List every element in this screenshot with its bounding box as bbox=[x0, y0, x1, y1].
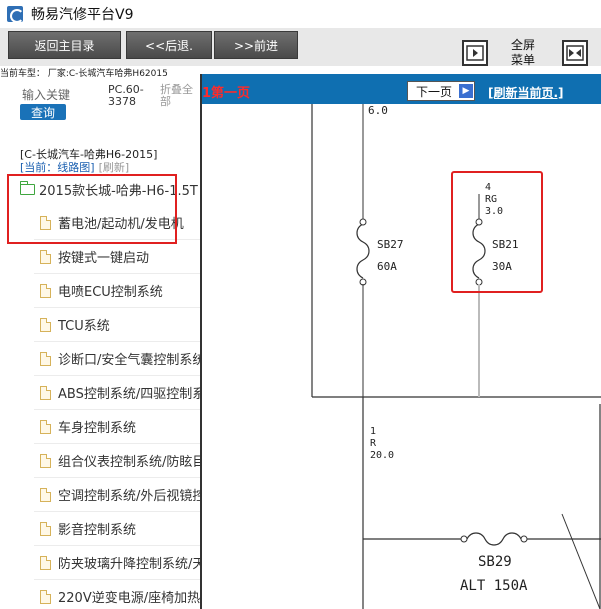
tree-item[interactable]: TCU系统 bbox=[34, 308, 200, 342]
forward-button[interactable]: >>前进 bbox=[214, 31, 298, 59]
wire-label: 3.0 bbox=[485, 206, 503, 217]
arrow-right-icon bbox=[466, 45, 484, 61]
tree-item-label: ABS控制系统/四驱控制系统 bbox=[58, 387, 200, 402]
tree-item[interactable]: 空调控制系统/外后视镜控制 bbox=[34, 478, 200, 512]
tree-item-label: 电喷ECU控制系统 bbox=[58, 285, 163, 300]
current-view-row: [当前：线路图] [刷新] bbox=[20, 159, 129, 175]
tree-item[interactable]: 诊断口/安全气囊控制系统 bbox=[34, 342, 200, 376]
terminal bbox=[359, 218, 367, 226]
highlight-box bbox=[451, 171, 543, 293]
fullscreen-menu-label[interactable]: 全屏 菜单 bbox=[505, 38, 541, 68]
diagram-viewer: 1第一页 下一页 ▶ [刷新当前页.] 6.0 SB27 60A 4 RG 3.… bbox=[200, 74, 601, 609]
wire-label: R bbox=[370, 438, 377, 449]
terminal bbox=[475, 218, 483, 226]
refresh-page-link[interactable]: [刷新当前页.] bbox=[488, 84, 564, 101]
tree-item[interactable]: 组合仪表控制系统/防眩目 bbox=[34, 444, 200, 478]
document-icon bbox=[40, 453, 51, 468]
highlight-box bbox=[7, 174, 177, 244]
document-icon bbox=[40, 317, 51, 332]
tree-item[interactable]: ABS控制系统/四驱控制系统 bbox=[34, 376, 200, 410]
fullscreen-button[interactable] bbox=[562, 40, 588, 66]
next-page-button[interactable]: 下一页 ▶ bbox=[407, 81, 475, 101]
tree-item[interactable]: 电喷ECU控制系统 bbox=[34, 274, 200, 308]
viewer-header: 1第一页 下一页 ▶ [刷新当前页.] bbox=[202, 74, 601, 104]
tree-refresh-link[interactable]: [刷新] bbox=[99, 161, 130, 174]
fuse-sb27-name: SB27 bbox=[377, 238, 404, 251]
collapse-panel-button[interactable] bbox=[462, 40, 488, 66]
fuse-sb29-name: SB29 bbox=[478, 554, 512, 570]
wire-label: 1 bbox=[370, 426, 376, 437]
fuse-sb29-rating: ALT 150A bbox=[460, 578, 528, 594]
tree-item-label: 诊断口/安全气囊控制系统 bbox=[58, 353, 200, 368]
fuse-sb27-symbol bbox=[356, 223, 370, 279]
title-bar: 畅易汽修平台V9 bbox=[0, 0, 601, 28]
home-button[interactable]: 返回主目录 bbox=[8, 31, 121, 59]
search-button[interactable]: 查询 bbox=[20, 104, 66, 120]
fullscreen-icon bbox=[566, 45, 584, 61]
terminal bbox=[460, 535, 468, 543]
wiring-diagram: 6.0 SB27 60A 4 RG 3.0 SB21 30A 1 R 20.0 … bbox=[311, 104, 601, 609]
arrow-right-icon: ▶ bbox=[459, 84, 473, 98]
tree-item[interactable]: 220V逆变电源/座椅加热 bbox=[34, 580, 200, 609]
toolbar: 返回主目录 <<后退. >>前进 全屏 菜单 bbox=[0, 28, 601, 68]
document-icon bbox=[40, 385, 51, 400]
tree-item-label: 影音控制系统 bbox=[58, 523, 137, 538]
page-indicator: 1第一页 bbox=[202, 86, 251, 101]
document-icon bbox=[40, 249, 51, 264]
left-nav-panel: 输入关键 查询 PC.60- 3378 折叠全 部 [C-长城汽车-哈弗H6-2… bbox=[0, 78, 200, 609]
wire bbox=[561, 513, 601, 609]
tree-item-label: 空调控制系统/外后视镜控制 bbox=[58, 489, 200, 504]
current-view-label: [当前：线路图] bbox=[20, 161, 95, 174]
wire-label: RG bbox=[485, 194, 497, 205]
pc-code-label: PC.60- 3378 bbox=[108, 83, 144, 108]
fuse-sb27-rating: 60A bbox=[377, 260, 397, 273]
tree-item-label: 组合仪表控制系统/防眩目 bbox=[58, 455, 200, 470]
tree-item-label: TCU系统 bbox=[58, 319, 110, 334]
fuse-sb21-name: SB21 bbox=[492, 238, 519, 251]
tree-item[interactable]: 影音控制系统 bbox=[34, 512, 200, 546]
tree-item[interactable]: 防夹玻璃升降控制系统/天窗 bbox=[34, 546, 200, 580]
document-icon bbox=[40, 283, 51, 298]
document-icon bbox=[40, 419, 51, 434]
wire-label: 4 bbox=[485, 182, 491, 193]
keyword-input[interactable]: 输入关键 bbox=[22, 86, 70, 103]
wire-label: 6.0 bbox=[368, 104, 388, 117]
document-icon bbox=[40, 589, 51, 604]
fuse-sb29-symbol bbox=[466, 532, 522, 546]
search-row: 输入关键 查询 PC.60- 3378 折叠全 部 bbox=[0, 78, 200, 138]
window-title: 畅易汽修平台V9 bbox=[31, 7, 134, 23]
app-logo-icon bbox=[7, 6, 24, 23]
tree-item-label: 按键式一键启动 bbox=[58, 251, 150, 266]
back-button[interactable]: <<后退. bbox=[126, 31, 212, 59]
wire-label: 20.0 bbox=[370, 450, 394, 461]
terminal bbox=[520, 535, 528, 543]
tree-item-label: 220V逆变电源/座椅加热 bbox=[58, 591, 200, 606]
tree-item-label: 车身控制系统 bbox=[58, 421, 137, 436]
tree-item[interactable]: 按键式一键启动 bbox=[34, 240, 200, 274]
collapse-all-link[interactable]: 折叠全 部 bbox=[160, 84, 200, 108]
document-icon bbox=[40, 555, 51, 570]
tree-item-label: 防夹玻璃升降控制系统/天窗 bbox=[58, 557, 200, 572]
fuse-sb21-symbol bbox=[472, 223, 486, 279]
fuse-sb21-rating: 30A bbox=[492, 260, 512, 273]
document-icon bbox=[40, 351, 51, 366]
document-icon bbox=[40, 521, 51, 536]
document-icon bbox=[40, 487, 51, 502]
current-car-info: 当前车型： 厂家:C-长城汽车哈弗H62015 bbox=[0, 69, 168, 78]
tree-item[interactable]: 车身控制系统 bbox=[34, 410, 200, 444]
